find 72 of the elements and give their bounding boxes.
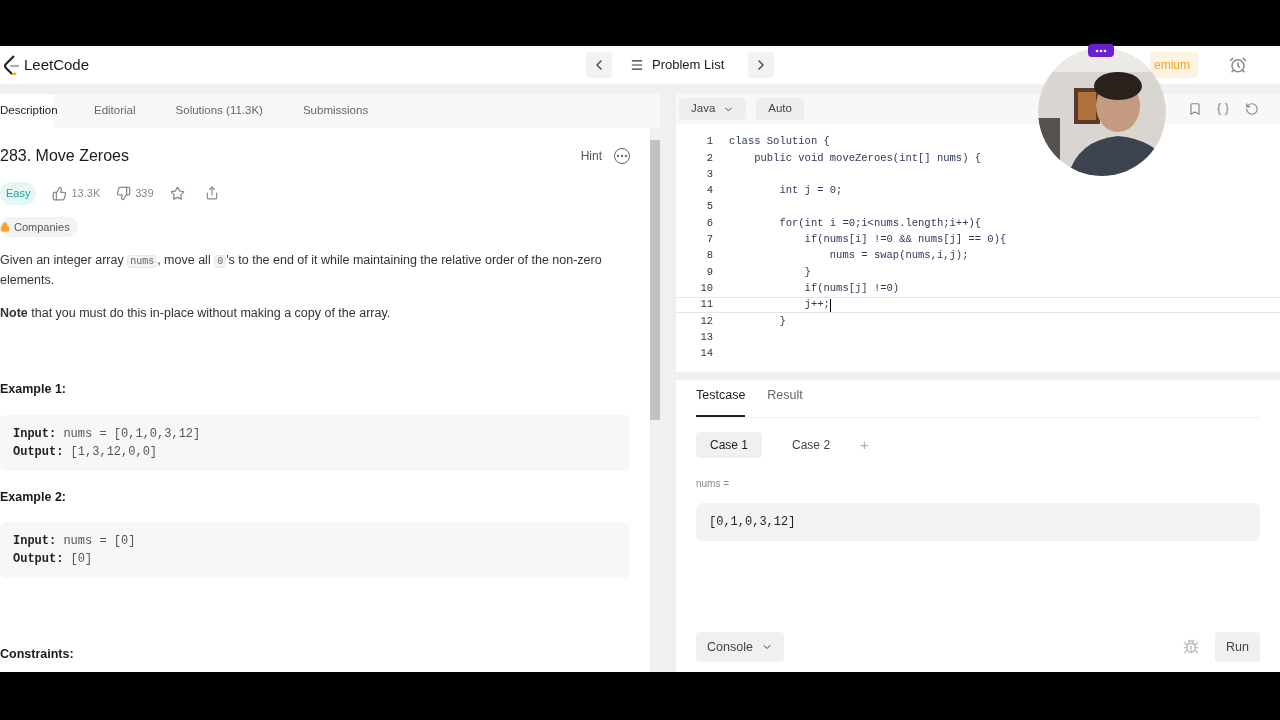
line-number: 5	[705, 199, 713, 215]
language-select[interactable]: Java	[679, 98, 747, 120]
line-number: 9	[705, 264, 713, 280]
bug-icon[interactable]	[1183, 639, 1200, 655]
line-number: 4	[705, 183, 713, 199]
share-icon[interactable]	[204, 186, 219, 201]
text-cursor	[829, 298, 831, 312]
example-title: Example 1:	[0, 380, 67, 398]
previous-button[interactable]	[586, 52, 612, 78]
panel-tab[interactable]: Testcase	[696, 386, 746, 417]
tab[interactable]: Solutions (11.3K)	[175, 94, 263, 128]
example-title: Example 2:	[0, 488, 67, 506]
line-number: 12	[699, 313, 713, 329]
more-badge[interactable]	[1088, 44, 1114, 57]
example-line: Output: [1,3,12,0,0]	[13, 443, 159, 461]
panel-tab[interactable]: Result	[767, 386, 803, 417]
next-button[interactable]	[748, 52, 775, 78]
line-number: 7	[705, 232, 713, 248]
dislike-count: 339	[135, 186, 154, 201]
reset-icon[interactable]	[1245, 102, 1259, 116]
tab[interactable]: Submissions	[302, 94, 369, 128]
problem-description: Given an integer array nums , move all 0 's to the end of it while maintaining the relative order of the non-zero elements.	[0, 252, 603, 289]
note-text: Note that you must do this in-place without making a copy of the array.	[0, 305, 392, 322]
lock-icon	[0, 221, 10, 232]
example-line: Output: [0]	[13, 551, 94, 569]
code-line: class Solution {	[729, 134, 830, 150]
case-tab[interactable]: Case 2	[778, 432, 845, 458]
like-count: 13.3K	[71, 186, 101, 201]
mode-button[interactable]: Auto	[756, 98, 804, 120]
scrollbar[interactable]	[650, 128, 660, 672]
run-button[interactable]: Run	[1215, 632, 1260, 662]
line-number: 1	[705, 134, 713, 150]
line-number: 13	[699, 329, 713, 345]
bookmark-icon[interactable]	[1188, 102, 1202, 116]
tab[interactable]: Editorial	[94, 94, 136, 128]
star-icon[interactable]	[169, 185, 185, 201]
case-tab[interactable]: Case 1	[696, 432, 763, 458]
dots-icon	[1095, 48, 1107, 53]
code-line: }	[778, 313, 786, 329]
code-line: nums = swap(nums,i,j);	[828, 248, 969, 264]
line-number: 3	[705, 166, 713, 182]
example-line: Input: nums = [0]	[13, 533, 137, 551]
thumbs-up-icon[interactable]	[52, 185, 68, 201]
input-field[interactable]: [0,1,0,3,12]	[696, 503, 1260, 541]
line-number: 8	[705, 248, 713, 264]
code-line: if(nums[j] !=0)	[803, 280, 900, 296]
line-number: 14	[699, 346, 713, 362]
code-line: j++;	[803, 297, 830, 313]
code-line: if(nums[i] !=0 && nums[j] == 0){	[803, 232, 1007, 248]
line-number: 11	[699, 297, 713, 313]
input-label: nums =	[696, 477, 731, 491]
line-number: 6	[705, 215, 713, 231]
line-number: 2	[705, 150, 713, 166]
alarm-clock-icon[interactable]	[1229, 56, 1247, 74]
console-button[interactable]: Console	[696, 632, 784, 662]
companies-button[interactable]: Companies	[0, 216, 78, 237]
difficulty-badge: Easy	[0, 182, 37, 205]
problem-title: 283. Move Zeroes	[0, 146, 129, 166]
constraints-title: Constraints:	[0, 646, 75, 664]
example-line: Input: nums = [0,1,0,3,12]	[13, 425, 202, 443]
line-number: 10	[699, 280, 713, 296]
code-line: }	[803, 264, 811, 280]
code-line: public void moveZeroes(int[] nums) {	[753, 150, 982, 166]
hint-link[interactable]: Hint	[580, 147, 602, 165]
menu-icon	[630, 58, 644, 72]
logo-text[interactable]: LeetCode	[24, 53, 90, 77]
thumbs-down-icon[interactable]	[116, 185, 132, 201]
problem-list-link[interactable]: Problem List	[652, 55, 725, 75]
braces-icon[interactable]	[1216, 102, 1230, 116]
logo-icon[interactable]	[4, 55, 20, 75]
code-line: for(int i =0;i<nums.length;i++){	[778, 215, 982, 231]
code-line: int j = 0;	[778, 183, 843, 199]
